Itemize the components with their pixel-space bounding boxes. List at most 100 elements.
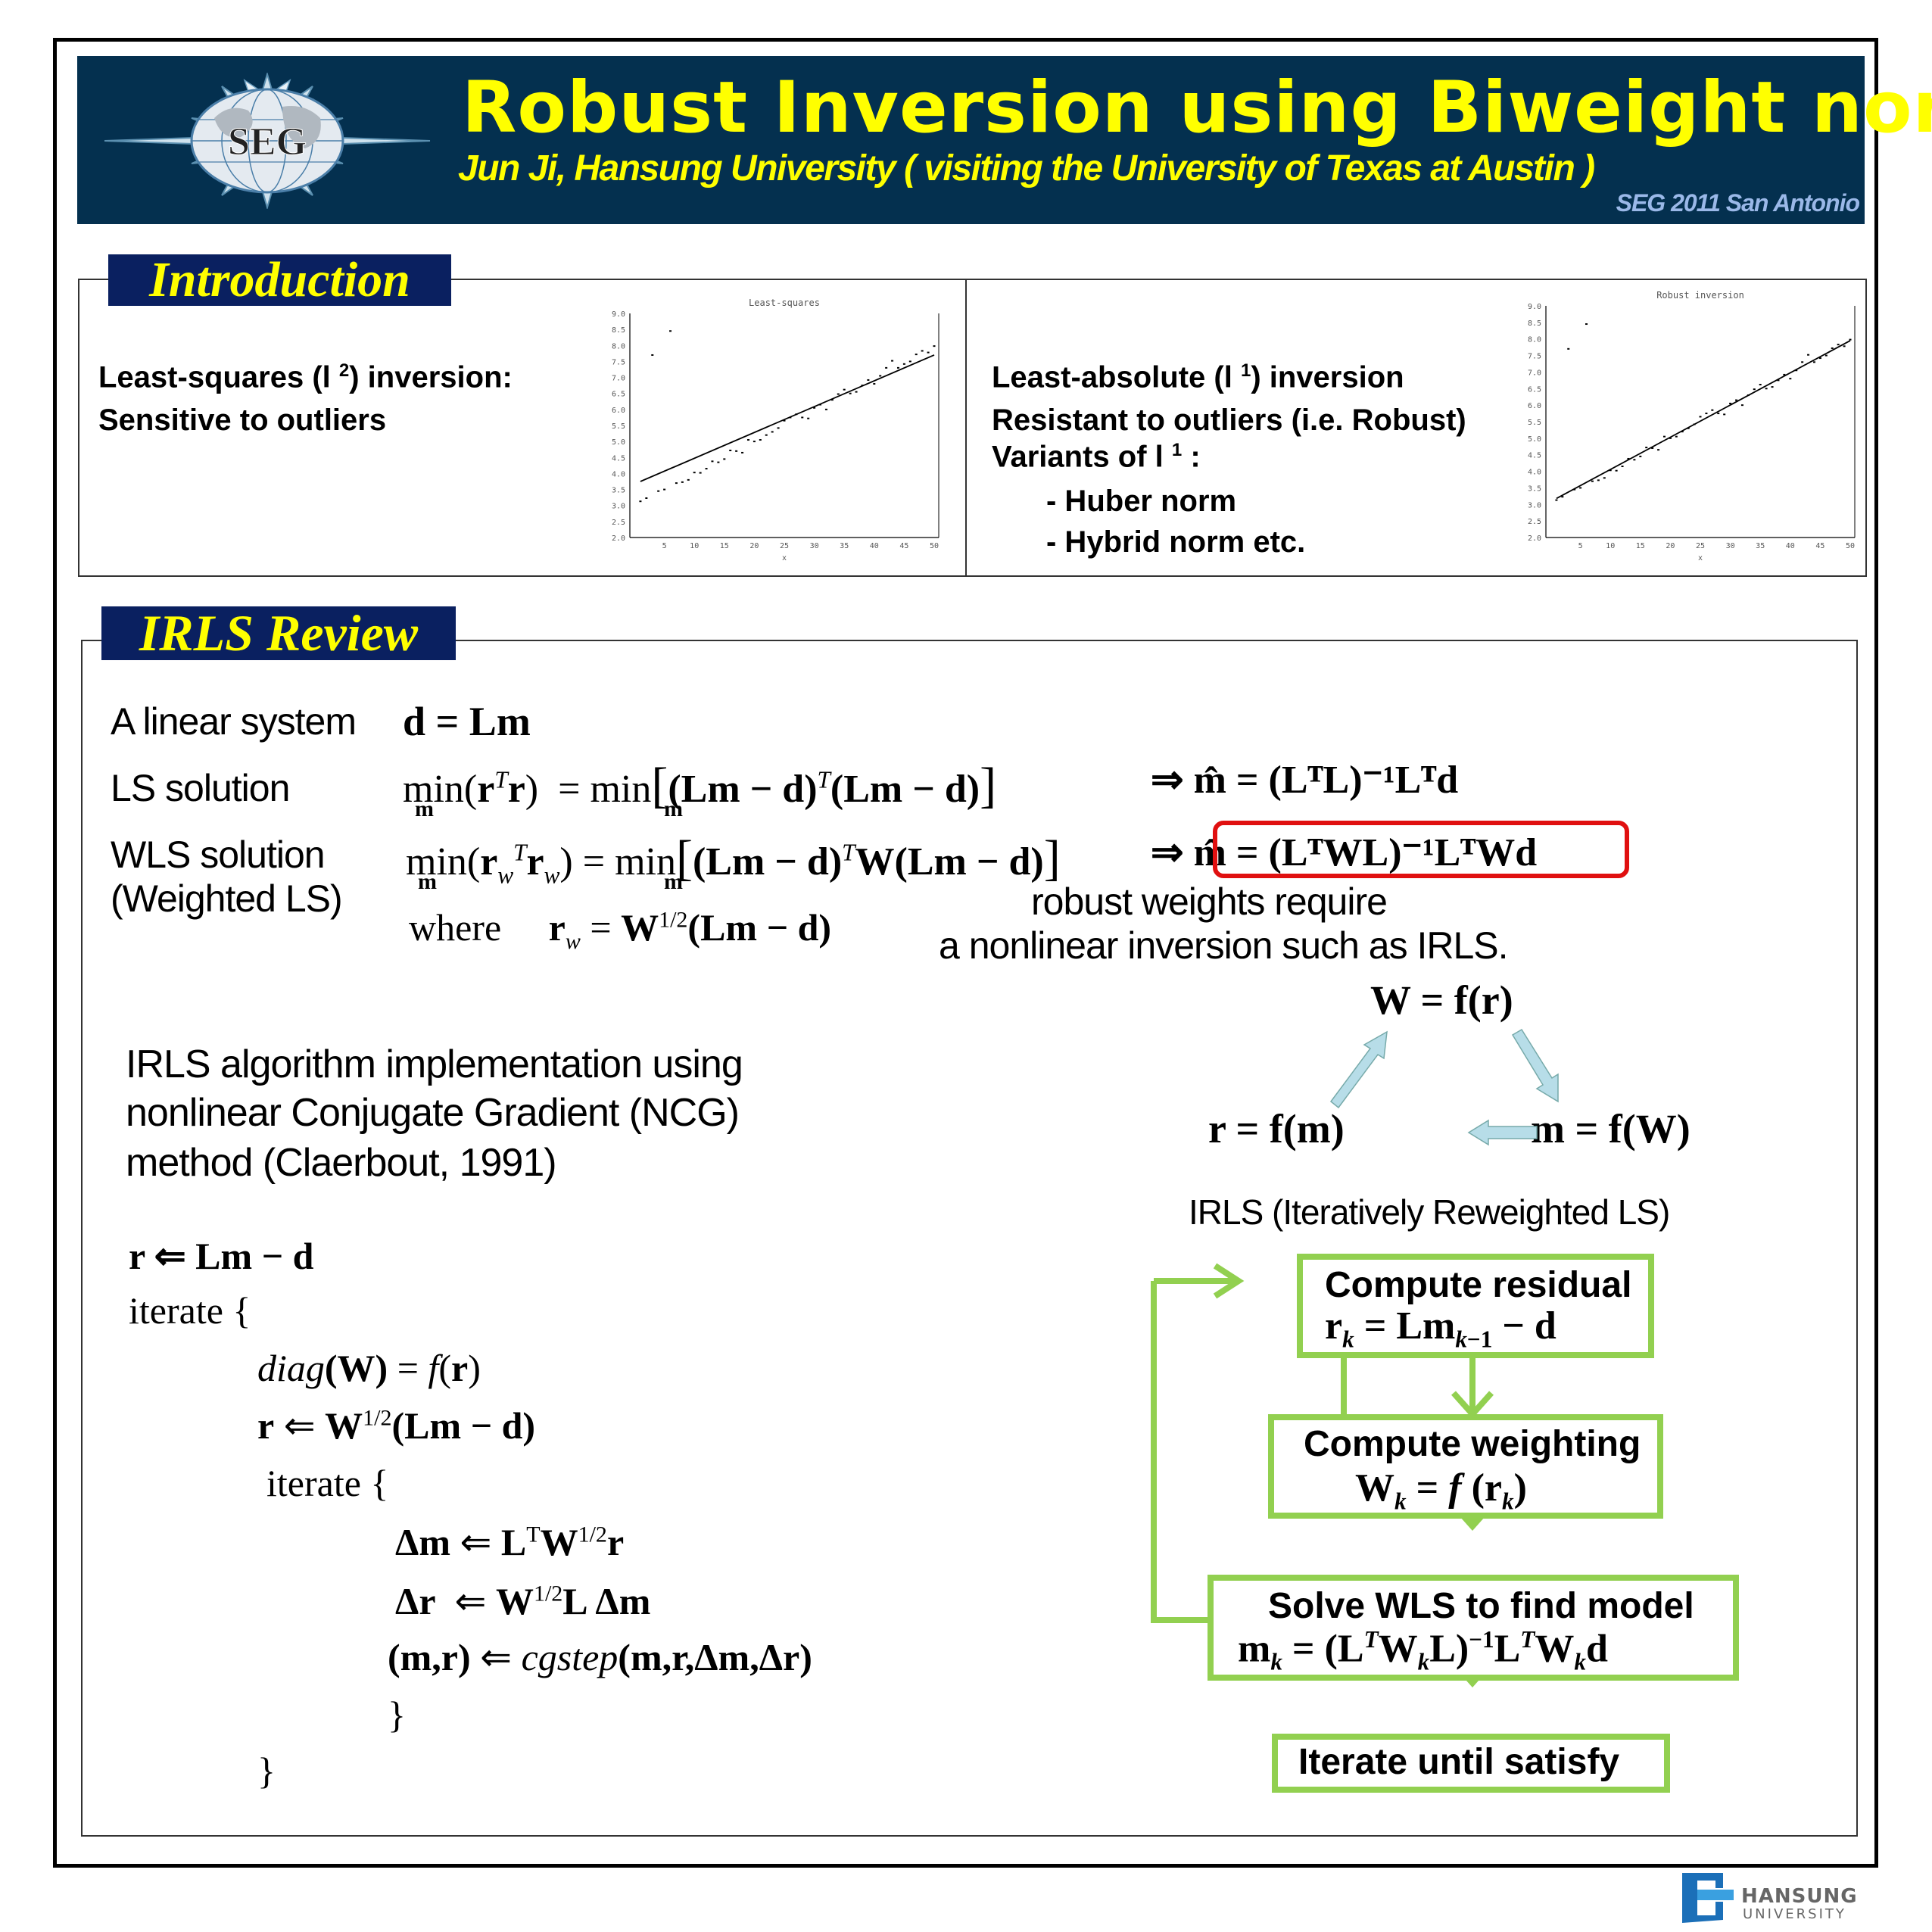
data-point: [1645, 447, 1648, 449]
plot-title: Least-squares: [749, 298, 820, 308]
data-point: [824, 408, 827, 410]
data-point: [1717, 413, 1720, 415]
data-point: [921, 350, 924, 352]
data-point: [771, 431, 774, 433]
data-point: [765, 434, 768, 436]
data-point: [1849, 338, 1852, 341]
x-tick-label: 35: [840, 542, 849, 550]
eq-linear-system: d = Lm: [403, 699, 531, 744]
data-point: [1812, 361, 1815, 363]
x-tick-label: 5: [662, 542, 667, 550]
pseudo-line-5: iterate {: [266, 1462, 389, 1504]
x-tick-label: 15: [1636, 542, 1645, 550]
poster-subtitle: Jun Ji, Hansung University ( visiting th…: [458, 148, 1595, 189]
data-point: [1765, 388, 1768, 390]
arrow-up-right-icon: [1329, 1030, 1388, 1109]
pseudo-line-6: Δm ⇐ LTW1/2r: [395, 1521, 625, 1563]
least-squares-plot: Least-squares 2.0 2.5 3.0 3.5 4.0 4.5 5.0 5.5 6.0…: [591, 295, 946, 568]
cycle-caption: IRLS (Iteratively Reweighted LS): [1189, 1192, 1670, 1232]
pseudo-line-4: r ⇐ W1/2(Lm − d): [257, 1404, 536, 1447]
x-tick-label: 25: [1696, 542, 1705, 550]
x-tick-label: 35: [1756, 542, 1765, 550]
data-point: [1585, 323, 1588, 326]
data-point: [891, 360, 894, 362]
data-point: [927, 351, 930, 354]
pseudo-line-3: diag(W) = f(r): [257, 1347, 481, 1389]
introduction-heading: Introduction: [108, 254, 451, 306]
hansung-logo-name: HANSUNG: [1741, 1885, 1858, 1908]
data-point: [801, 416, 804, 419]
y-tick-label: 8.5: [1528, 319, 1541, 328]
data-point: [879, 375, 882, 377]
hansung-h-logo-icon: [1682, 1873, 1734, 1923]
introduction-divider: [965, 279, 967, 577]
data-point: [1639, 455, 1642, 457]
label-linear-system: A linear system: [111, 700, 357, 743]
data-point: [885, 366, 888, 369]
data-point: [723, 458, 726, 460]
x-tick-label: 40: [870, 542, 879, 550]
intro-right-line2: Resistant to outliers (i.e. Robust): [992, 404, 1466, 437]
intro-bullet-huber: - Huber norm: [1046, 485, 1237, 518]
intro-left-line2: Sensitive to outliers: [98, 404, 387, 437]
seg-logo-icon: SEG: [104, 73, 431, 209]
label-wls-solution: WLS solution: [111, 834, 326, 876]
data-point: [705, 468, 708, 470]
data-point: [1603, 477, 1606, 479]
x-tick-label: 40: [1786, 542, 1795, 550]
pseudo-line-7: Δr ⇐ W1/2L Δm: [395, 1580, 651, 1622]
y-tick-label: 5.5: [612, 422, 625, 431]
x-tick-label: 45: [899, 542, 908, 550]
data-point: [753, 441, 756, 443]
y-tick-label: 3.5: [612, 487, 625, 495]
y-tick-label: 4.5: [612, 454, 625, 463]
data-point: [663, 488, 666, 491]
flow-step-weighting-title: Compute weighting: [1304, 1424, 1641, 1464]
arrow-left-icon: [1467, 1119, 1538, 1146]
y-tick-label: 9.0: [1528, 303, 1541, 311]
highlight-box: [1213, 821, 1629, 878]
data-point: [699, 472, 702, 474]
data-point: [1567, 347, 1570, 350]
data-point: [729, 449, 732, 451]
y-tick-label: 2.5: [612, 519, 625, 527]
x-tick-label: 50: [930, 542, 939, 550]
data-point: [896, 366, 899, 369]
data-point: [873, 383, 876, 385]
data-point: [645, 497, 648, 499]
y-tick-label: 6.5: [612, 391, 625, 399]
flow-step-residual-title: Compute residual: [1325, 1265, 1632, 1305]
y-tick-label: 2.0: [1528, 534, 1541, 543]
data-point: [843, 388, 846, 391]
conference-label: SEG 2011 San Antonio: [1616, 189, 1860, 217]
pseudo-line-8: (m,r) ⇐ cgstep(m,r,Δm,Δr): [388, 1636, 812, 1678]
data-point: [1621, 466, 1624, 468]
data-point: [657, 490, 660, 492]
y-tick-label: 5.0: [612, 438, 625, 447]
x-tick-label: 20: [1666, 542, 1675, 550]
fit-line: [1556, 340, 1851, 500]
data-point: [1699, 416, 1702, 418]
data-point: [1759, 384, 1762, 386]
data-point: [1824, 354, 1828, 357]
min-sub-2b: m: [664, 869, 683, 894]
y-tick-label: 6.0: [612, 407, 625, 415]
x-tick-label: 25: [780, 542, 789, 550]
data-point: [1591, 480, 1594, 482]
y-tick-label: 2.0: [612, 534, 625, 543]
min-sub-2a: m: [418, 869, 437, 894]
data-point: [639, 500, 642, 503]
flow-step-residual-formula: rk = Lmk−1 − d: [1325, 1304, 1557, 1353]
y-tick-label: 6.0: [1528, 402, 1541, 410]
flow-step-solve-title: Solve WLS to find model: [1268, 1586, 1694, 1626]
cycle-arrows: [1329, 1028, 1559, 1146]
data-point: [711, 460, 714, 463]
y-tick-label: 7.0: [612, 375, 625, 383]
data-point: [1675, 435, 1678, 438]
data-point: [735, 450, 738, 452]
x-axis-label: x: [1698, 554, 1703, 562]
intro-right-line3: Variants of l 1 :: [992, 440, 1201, 474]
data-point: [807, 417, 810, 419]
data-point: [1657, 449, 1660, 451]
fit-line: [640, 354, 935, 482]
